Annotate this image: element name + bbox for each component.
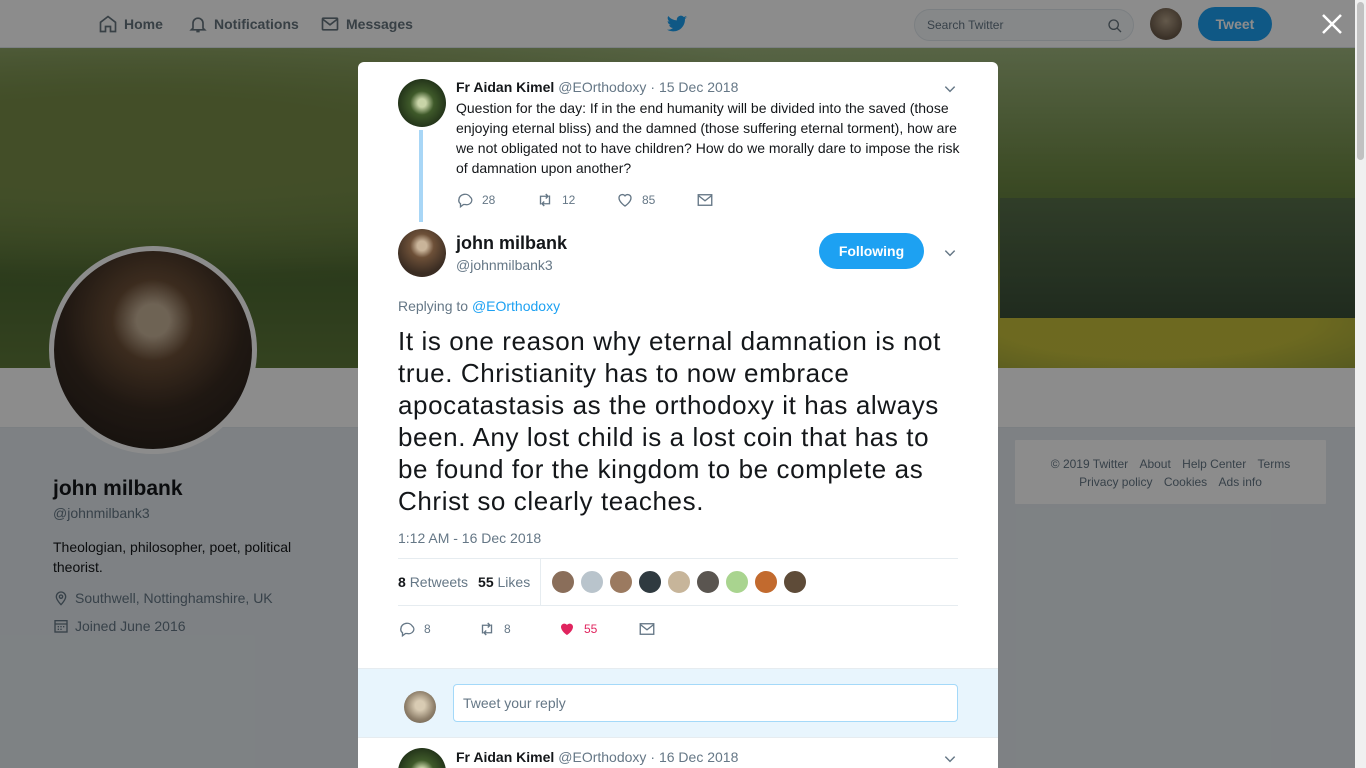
reply-input[interactable]: Tweet your reply <box>453 684 958 722</box>
stats-divider <box>540 558 542 606</box>
next-tweet-date[interactable]: · 16 Dec 2018 <box>650 749 738 765</box>
like-button[interactable]: 55 <box>558 620 638 638</box>
replying-to-prefix: Replying to <box>398 298 469 314</box>
liker-avatar[interactable] <box>754 570 779 594</box>
next-tweet-handle[interactable]: @EOrthodoxy <box>558 749 646 765</box>
parent-reply-button[interactable]: 28 <box>456 191 536 209</box>
parent-tweet-author[interactable]: Fr Aidan Kimel <box>456 79 554 95</box>
parent-tweet-date[interactable]: · 15 Dec 2018 <box>650 79 738 95</box>
liker-avatar[interactable] <box>551 570 576 594</box>
liker-avatar[interactable] <box>783 570 808 594</box>
tweet-stats: 8 Retweets 55 Likes <box>398 558 958 606</box>
likers-avatars <box>551 570 812 594</box>
retweet-icon <box>481 622 493 636</box>
likes-stat[interactable]: 55 Likes <box>478 574 530 590</box>
reply-count: 8 <box>424 622 431 636</box>
likes-stat-count: 55 <box>478 574 494 590</box>
parent-reply-count: 28 <box>482 193 496 207</box>
next-tweet-header: Fr Aidan Kimel @EOrthodoxy · 16 Dec 2018 <box>456 749 738 765</box>
envelope-icon <box>639 623 655 635</box>
reply-user-avatar <box>404 691 436 723</box>
retweets-stat-label: Retweets <box>409 574 469 590</box>
replying-to-link[interactable]: @EOrthodoxy <box>472 298 560 314</box>
parent-dm-button[interactable] <box>696 191 776 209</box>
reply-icon <box>458 193 473 209</box>
dm-button[interactable] <box>638 620 718 638</box>
heart-filled-icon <box>561 623 573 635</box>
following-button[interactable]: Following <box>819 233 924 269</box>
chevron-down-icon[interactable] <box>943 752 957 766</box>
main-tweet-handle[interactable]: @johnmilbank3 <box>456 257 553 273</box>
reply-composer: Tweet your reply <box>358 668 998 738</box>
envelope-icon <box>697 194 713 206</box>
liker-avatar[interactable] <box>580 570 605 594</box>
liker-avatar[interactable] <box>667 570 692 594</box>
main-tweet-timestamp[interactable]: 1:12 AM - 16 Dec 2018 <box>398 530 541 546</box>
main-tweet-text: It is one reason why eternal damnation i… <box>398 326 941 516</box>
like-count: 55 <box>584 622 598 636</box>
main-tweet-author[interactable]: john milbank <box>456 233 567 254</box>
retweets-stat[interactable]: 8 Retweets <box>398 574 468 590</box>
parent-like-button[interactable]: 85 <box>616 191 696 209</box>
parent-like-count: 85 <box>642 193 656 207</box>
liker-avatar[interactable] <box>696 570 721 594</box>
heart-icon <box>618 193 632 207</box>
liker-avatar[interactable] <box>725 570 750 594</box>
parent-retweet-button[interactable]: 12 <box>536 191 616 209</box>
retweet-button[interactable]: 8 <box>478 620 558 638</box>
liker-avatar[interactable] <box>609 570 634 594</box>
next-tweet-author[interactable]: Fr Aidan Kimel <box>456 749 554 765</box>
chevron-down-icon[interactable] <box>943 82 957 96</box>
parent-tweet-avatar[interactable] <box>398 79 446 127</box>
scrollbar-thumb[interactable] <box>1357 2 1364 160</box>
parent-tweet-handle[interactable]: @EOrthodoxy <box>558 79 646 95</box>
likes-stat-label: Likes <box>497 574 531 590</box>
reply-placeholder: Tweet your reply <box>463 695 566 711</box>
chevron-down-icon[interactable] <box>943 246 957 260</box>
close-icon[interactable] <box>1320 12 1344 36</box>
replying-to: Replying to @EOrthodoxy <box>398 298 560 314</box>
page-scrollbar[interactable] <box>1355 0 1366 768</box>
parent-tweet-text: Question for the day: If in the end huma… <box>456 100 960 176</box>
parent-tweet-actions: 28 12 85 <box>456 191 776 209</box>
reply-button[interactable]: 8 <box>398 620 478 638</box>
retweet-count: 8 <box>504 622 511 636</box>
parent-retweet-count: 12 <box>562 193 576 207</box>
next-tweet-avatar[interactable] <box>398 748 446 768</box>
thread-connector-line <box>419 130 423 222</box>
retweet-icon <box>539 193 551 207</box>
main-tweet-avatar[interactable] <box>398 229 446 277</box>
parent-tweet-header: Fr Aidan Kimel @EOrthodoxy · 15 Dec 2018 <box>456 79 738 95</box>
retweets-stat-count: 8 <box>398 574 406 590</box>
tweet-modal: Fr Aidan Kimel @EOrthodoxy · 15 Dec 2018… <box>358 62 998 768</box>
reply-icon <box>400 622 415 638</box>
main-tweet-actions: 8 8 55 <box>398 620 718 638</box>
liker-avatar[interactable] <box>638 570 663 594</box>
